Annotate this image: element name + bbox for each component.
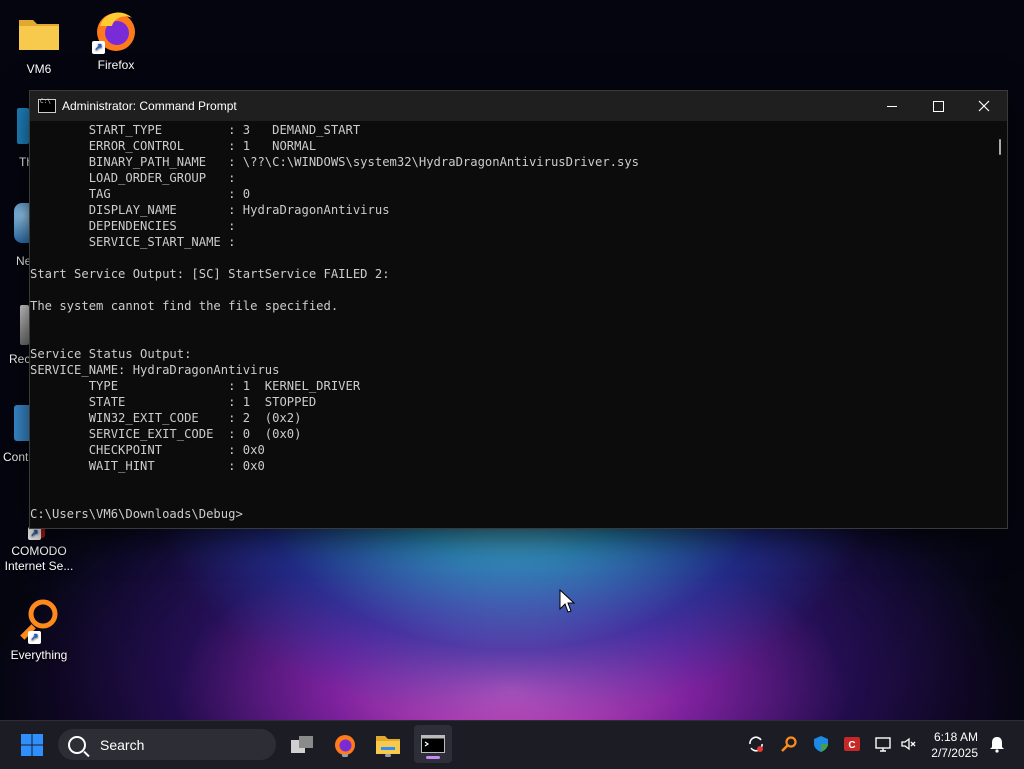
everything-search-icon: ↗ <box>15 596 63 644</box>
partial-desktop-icon-3[interactable] <box>20 305 29 345</box>
partial-desktop-icon-4[interactable] <box>14 405 29 441</box>
minimize-icon <box>887 105 897 107</box>
task-view-button[interactable] <box>286 729 318 761</box>
desktop-icon-label: COMODO Internet Se... <box>4 544 74 573</box>
active-indicator <box>426 756 440 759</box>
tray-comodo-icon[interactable]: C <box>843 735 861 753</box>
desktop-icon-label: Everything <box>10 648 68 662</box>
close-icon <box>978 100 990 112</box>
search-icon <box>68 735 86 754</box>
running-indicator <box>342 754 348 757</box>
taskbar: Search C 6:18 AM 2/7/2025 <box>0 720 1024 769</box>
tray-network-icon[interactable] <box>874 735 892 753</box>
desktop-icon-label: Firefox <box>97 58 135 72</box>
maximize-button[interactable] <box>915 91 961 121</box>
clock-time: 6:18 AM <box>933 730 978 744</box>
tray-volume-muted-icon[interactable] <box>900 735 918 753</box>
shortcut-arrow-icon: ↗ <box>92 41 105 54</box>
taskbar-firefox[interactable] <box>328 727 362 761</box>
console-text: START_TYPE : 3 DEMAND_START ERROR_CONTRO… <box>30 123 640 521</box>
start-button[interactable] <box>14 729 50 761</box>
partial-desktop-icon-1[interactable] <box>17 108 29 144</box>
tray-security-shield-icon[interactable] <box>812 735 830 753</box>
window-title: Administrator: Command Prompt <box>62 99 237 113</box>
desktop-icon-everything[interactable]: ↗ Everything <box>1 596 77 662</box>
close-button[interactable] <box>961 91 1007 121</box>
desktop-icon-vm6[interactable]: VM6 <box>1 10 77 76</box>
command-prompt-icon <box>38 98 56 113</box>
taskbar-command-prompt[interactable] <box>414 725 452 763</box>
clock-date: 2/7/2025 <box>931 746 978 760</box>
tray-everything-icon[interactable] <box>780 735 798 753</box>
window-controls <box>869 91 1007 121</box>
partial-icon-label: Rec <box>9 352 31 366</box>
partial-icon-label: Cont <box>3 450 29 464</box>
taskbar-file-explorer[interactable] <box>371 727 405 761</box>
mouse-cursor-icon <box>559 589 575 613</box>
search-label: Search <box>100 736 145 753</box>
folder-icon <box>15 10 63 58</box>
title-bar[interactable]: Administrator: Command Prompt <box>30 91 1007 121</box>
maximize-icon <box>932 100 944 112</box>
task-view-icon <box>291 736 313 753</box>
taskbar-search[interactable]: Search <box>58 729 276 760</box>
running-indicator <box>385 754 391 757</box>
console-output[interactable]: START_TYPE : 3 DEMAND_START ERROR_CONTRO… <box>30 121 991 528</box>
firefox-icon <box>335 735 355 755</box>
desktop-icon-label: VM6 <box>26 62 52 76</box>
svg-text:C: C <box>848 740 855 751</box>
firefox-icon: ↗ <box>92 6 140 54</box>
desktop-icon-firefox[interactable]: ↗ Firefox <box>78 6 154 72</box>
file-explorer-icon <box>376 736 400 754</box>
vertical-scrollbar[interactable] <box>991 121 1007 528</box>
minimize-button[interactable] <box>869 91 915 121</box>
tray-sync-icon[interactable] <box>747 735 765 753</box>
terminal-icon <box>421 735 445 753</box>
partial-desktop-icon-2[interactable] <box>14 203 29 243</box>
taskbar-clock[interactable]: 6:18 AM 2/7/2025 <box>931 729 978 761</box>
scrollbar-thumb[interactable] <box>999 139 1001 155</box>
shortcut-arrow-icon: ↗ <box>28 631 41 644</box>
command-prompt-window[interactable]: Administrator: Command Prompt START_TYPE… <box>29 90 1008 529</box>
notification-bell-icon[interactable] <box>988 735 1006 753</box>
windows-logo-icon <box>21 734 43 756</box>
